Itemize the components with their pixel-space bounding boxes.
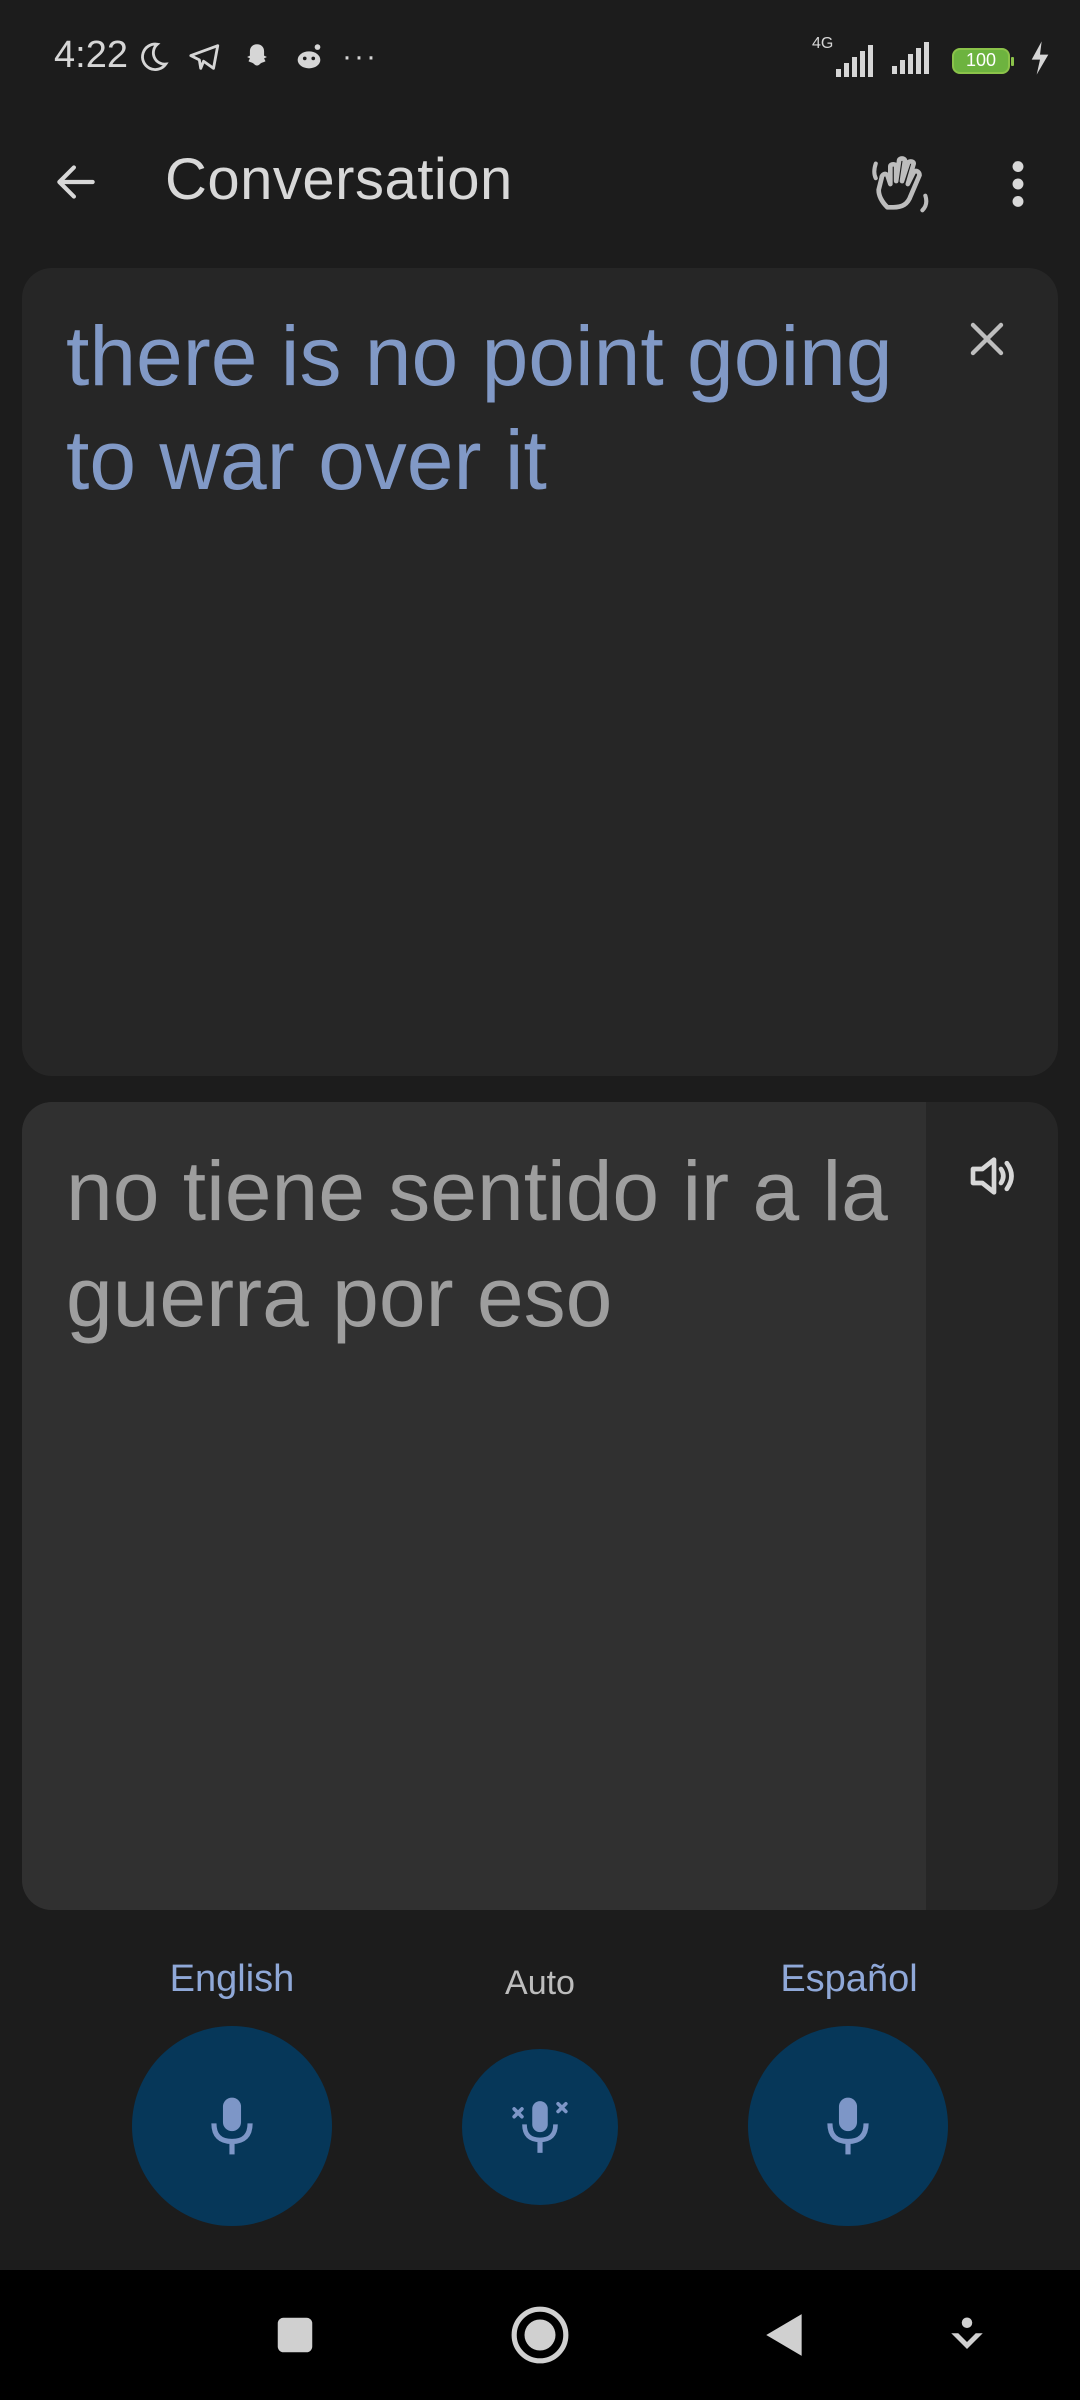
moon-icon (134, 38, 172, 76)
mic-english-button[interactable] (132, 2026, 332, 2226)
translation-card: no tiene sentido ir a la guerra por eso (22, 1102, 1058, 1910)
language-spanish[interactable]: Español (729, 1958, 969, 2001)
battery-indicator: 100 (952, 47, 1014, 74)
system-icons: 4G 100 (812, 35, 1050, 83)
volume-up-icon (970, 1157, 1014, 1195)
source-card[interactable]: there is no point going to war over it (22, 268, 1058, 1076)
source-text: there is no point going to war over it (66, 309, 893, 507)
charging-icon (1030, 41, 1050, 80)
nav-menu-button[interactable] (930, 2298, 1004, 2372)
arrow-back-icon (57, 165, 95, 199)
notification-icons: ··· (134, 38, 378, 76)
back-button[interactable] (38, 150, 114, 214)
home-circle-icon (511, 2306, 569, 2364)
mic-spanish-button[interactable] (748, 2026, 948, 2226)
status-time: 4:22 (54, 34, 128, 76)
language-auto[interactable]: Auto (420, 1964, 660, 2003)
status-bar: 4:22 ··· 4G 100 (0, 0, 1080, 120)
snapchat-icon (238, 38, 276, 76)
mic-icon (211, 2097, 253, 2155)
language-english[interactable]: English (112, 1958, 352, 2001)
mobile-signal-icon: 4G (812, 35, 878, 81)
conversation-screen: 4:22 ··· 4G 100 Conversation there is no… (0, 0, 1080, 2400)
more-notifications: ··· (342, 40, 378, 73)
listen-button[interactable] (956, 1138, 1032, 1214)
mic-auto-button[interactable] (462, 2049, 618, 2205)
translation-text: no tiene sentido ir a la guerra por eso (66, 1144, 888, 1344)
more-options-button[interactable] (988, 144, 1048, 224)
close-icon (970, 322, 1004, 356)
signal-icon (888, 38, 942, 83)
clear-button[interactable] (952, 304, 1022, 374)
home-button[interactable] (503, 2298, 577, 2372)
system-nav-bar (0, 2270, 1080, 2400)
triangle-back-icon (766, 2314, 802, 2356)
mic-icon (827, 2097, 869, 2155)
wave-hand-button[interactable] (862, 144, 942, 224)
waving-hand-icon (872, 156, 929, 213)
nav-down-icon (951, 2317, 983, 2349)
more-vert-icon (1012, 161, 1024, 207)
page-title: Conversation (165, 147, 513, 212)
telegram-icon (186, 38, 224, 76)
auto-mic-icon (512, 2101, 568, 2153)
reddit-icon (290, 38, 328, 76)
app-bar: Conversation (0, 120, 1080, 244)
recent-apps-button[interactable] (258, 2298, 332, 2372)
translation-area: no tiene sentido ir a la guerra por eso (22, 1102, 926, 1910)
system-back-button[interactable] (748, 2298, 822, 2372)
square-icon (277, 2317, 313, 2353)
